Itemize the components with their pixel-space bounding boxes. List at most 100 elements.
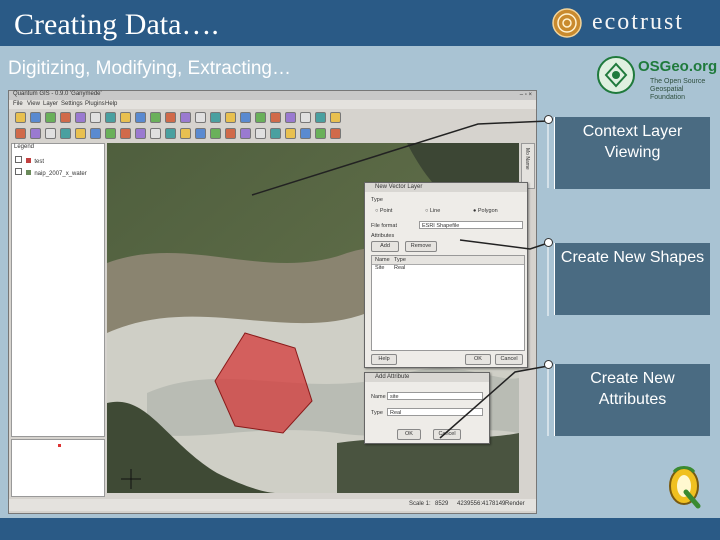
toolbar-tool-icon[interactable] (150, 112, 161, 123)
render-checkbox[interactable]: Render (505, 501, 525, 507)
window-controls[interactable]: – ▫ × (520, 92, 532, 98)
add-attribute-dialog: Add Attribute Name site Type Real OK Can… (364, 372, 490, 444)
toolbar-tool-icon[interactable] (60, 128, 71, 139)
toolbar-tool-icon[interactable] (150, 128, 161, 139)
layer-visibility-checkbox[interactable] (15, 156, 22, 163)
menu-layer[interactable]: Layer (43, 101, 58, 107)
toolbar-tool-icon[interactable] (180, 112, 191, 123)
header-type: Type (394, 257, 406, 263)
toolbar-tool-icon[interactable] (120, 112, 131, 123)
radio-point[interactable]: ○ Point (375, 208, 392, 214)
slide-title: Creating Data…. (14, 8, 219, 41)
menu-plugins[interactable]: Plugins (85, 101, 105, 107)
toolbar-tool-icon[interactable] (270, 112, 281, 123)
coordinate-readout: 4239556:4178149 (457, 501, 506, 507)
osgeo-logo-text: OSGeo.org (638, 58, 718, 75)
footer-bar (0, 518, 720, 540)
toolbar-tool-icon[interactable] (135, 112, 146, 123)
osgeo-tagline-line1: The Open Source (650, 78, 706, 85)
toolbar-tool-icon[interactable] (315, 128, 326, 139)
radio-polygon[interactable]: ● Polygon (473, 208, 498, 214)
toolbar-tool-icon[interactable] (240, 112, 251, 123)
type-label: Type (371, 410, 383, 416)
toolbar-tool-icon[interactable] (60, 112, 71, 123)
toolbar-tool-icon[interactable] (165, 128, 176, 139)
toolbar-tool-icon[interactable] (255, 128, 266, 139)
toolbar-tool-icon[interactable] (90, 112, 101, 123)
toolbar-tool-icon[interactable] (225, 112, 236, 123)
toolbar-tool-icon[interactable] (105, 128, 116, 139)
add-attribute-ok-button[interactable]: OK (397, 429, 421, 440)
legend-layer-label: naip_2007_x_water (34, 171, 87, 177)
dialog-title: New Vector Layer (365, 183, 527, 192)
osgeo-tagline-line2: Geospatial Foundation (650, 86, 686, 101)
scale-value[interactable]: 8529 (435, 501, 448, 507)
polygon-layer-icon (25, 158, 31, 163)
menu-settings[interactable]: Settings (61, 101, 83, 107)
attribute-type-select[interactable]: Real (387, 408, 483, 416)
menu-help[interactable]: Help (105, 101, 117, 107)
radio-line[interactable]: ○ Line (425, 208, 440, 214)
toolbar-tool-icon[interactable] (195, 112, 206, 123)
attribute-table[interactable]: Name Type Site Real (371, 255, 525, 351)
toolbar-tool-icon[interactable] (210, 112, 221, 123)
callout-create-shapes-text: Create New Shapes (560, 249, 705, 266)
toolbar-tool-icon[interactable] (120, 128, 131, 139)
ok-button[interactable]: OK (465, 354, 491, 365)
legend-layer-naip[interactable]: naip_2007_x_water (15, 168, 87, 177)
scale-label: Scale 1: (409, 501, 431, 507)
callout-create-attributes: Create New Attributes (554, 364, 710, 436)
name-label: Name (371, 394, 386, 400)
attribute-type-value: Real (390, 410, 402, 416)
layer-visibility-checkbox[interactable] (15, 168, 22, 175)
toolbar-tool-icon[interactable] (75, 128, 86, 139)
callout-create-attributes-text: Create New Attributes (590, 370, 675, 408)
toolbar-tool-icon[interactable] (300, 112, 311, 123)
radio-polygon-label: Polygon (477, 208, 498, 214)
toolbar-tool-icon[interactable] (270, 128, 281, 139)
header-name: Name (375, 257, 390, 263)
toolbar-tool-icon[interactable] (15, 112, 26, 123)
toolbar-tool-icon[interactable] (315, 112, 326, 123)
toolbar-tool-icon[interactable] (105, 112, 116, 123)
cancel-button[interactable]: Cancel (495, 354, 523, 365)
right-panel-tab-label: Mo Name (524, 148, 530, 170)
toolbar-tool-icon[interactable] (300, 128, 311, 139)
dialog-title: Add Attribute (365, 373, 489, 382)
toolbar-tool-icon[interactable] (75, 112, 86, 123)
remove-attribute-button[interactable]: Remove (405, 241, 437, 252)
add-attribute-button[interactable]: Add (371, 241, 399, 252)
toolbar-tool-icon[interactable] (165, 112, 176, 123)
qgis-logo-icon (669, 466, 701, 509)
toolbar-tool-icon[interactable] (255, 112, 266, 123)
attributes-label: Attributes (371, 233, 395, 239)
toolbar-tool-icon[interactable] (195, 128, 206, 139)
toolbar-tool-icon[interactable] (45, 128, 56, 139)
toolbar-tool-icon[interactable] (225, 128, 236, 139)
menu-view[interactable]: View (27, 101, 40, 107)
toolbar-tool-icon[interactable] (135, 128, 146, 139)
attribute-name-input[interactable]: site (387, 392, 483, 400)
toolbar-tool-icon[interactable] (240, 128, 251, 139)
toolbar-tool-icon[interactable] (210, 128, 221, 139)
osgeo-tagline: The Open Source Geospatial Foundation (650, 78, 720, 102)
toolbar-row-1 (11, 111, 531, 123)
toolbar-tool-icon[interactable] (285, 128, 296, 139)
toolbar-tool-icon[interactable] (30, 112, 41, 123)
menu-file[interactable]: File (13, 101, 23, 107)
toolbar-tool-icon[interactable] (330, 128, 341, 139)
table-row[interactable]: Site Real (372, 265, 524, 273)
toolbar-tool-icon[interactable] (90, 128, 101, 139)
file-format-select[interactable]: ESRI Shapefile (419, 221, 523, 229)
toolbar-tool-icon[interactable] (15, 128, 26, 139)
help-button[interactable]: Help (371, 354, 397, 365)
toolbar-tool-icon[interactable] (330, 112, 341, 123)
file-format-label: File format (371, 223, 397, 229)
toolbar-tool-icon[interactable] (30, 128, 41, 139)
legend-layer-test[interactable]: test (15, 156, 44, 165)
toolbar-tool-icon[interactable] (285, 112, 296, 123)
overview-extent-marker (58, 444, 61, 447)
add-attribute-cancel-button[interactable]: Cancel (433, 429, 461, 440)
toolbar-tool-icon[interactable] (180, 128, 191, 139)
toolbar-tool-icon[interactable] (45, 112, 56, 123)
